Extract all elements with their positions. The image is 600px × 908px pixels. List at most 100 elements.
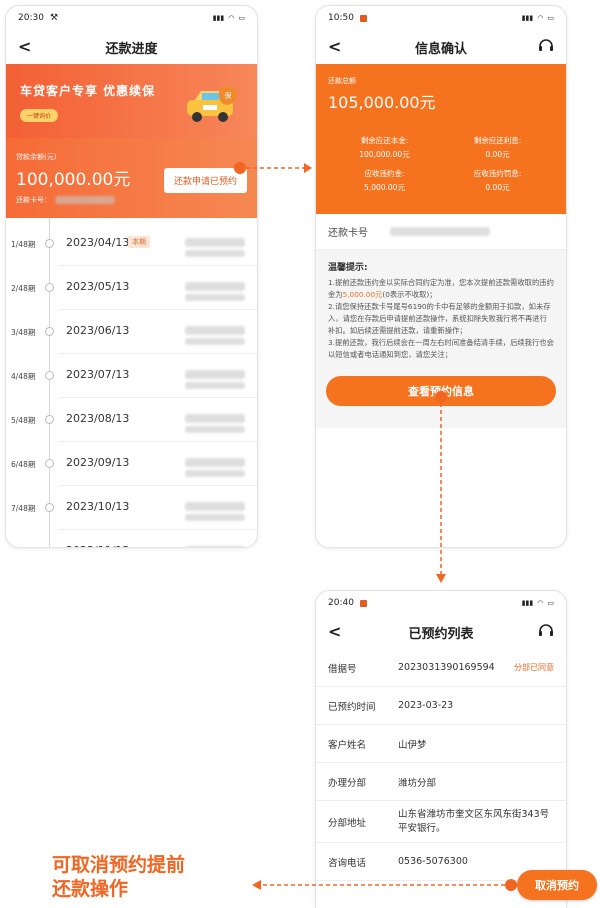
due-date: 2023/09/13 bbox=[66, 456, 130, 469]
status-badge: 分部已同意 bbox=[514, 663, 554, 672]
repayment-booked-button[interactable]: 还款申请已预约 bbox=[163, 168, 247, 193]
status-time: 20:30 bbox=[18, 13, 44, 23]
info-value: 山东省潍坊市奎文区东风东街343号平安银行。 bbox=[398, 808, 550, 834]
period-label: 6/48期 bbox=[11, 460, 36, 469]
amount-details: 剩余应还本金: 100,000.00元 剩余应还利息: 0.00元 应收违约金: 5,… bbox=[328, 135, 554, 193]
info-key: 客户姓名 bbox=[328, 739, 367, 751]
redacted-detail bbox=[185, 514, 245, 521]
redacted-detail bbox=[185, 470, 245, 477]
booking-list-screen: 20:40 ▮▮▮ ◠ ▭ < 已预约列表 借据号 2023031390169594… bbox=[315, 590, 567, 908]
total-label: 还款总额 bbox=[328, 77, 356, 85]
info-key: 分部地址 bbox=[328, 817, 367, 829]
app-notification-icon bbox=[359, 14, 367, 22]
redacted-amount bbox=[185, 326, 245, 335]
signal-icon: ▮▮▮ bbox=[212, 14, 225, 22]
repayment-schedule: 1/48期 2023/04/13 本期 2/48期 2023/05/13 3/48期 202… bbox=[6, 218, 257, 547]
schedule-row[interactable]: 4/48期 2023/07/13 bbox=[11, 354, 257, 398]
detail-label: 剩余应还本金: bbox=[360, 136, 409, 145]
info-row-branch-address: 分部地址 山东省潍坊市奎文区东风东街343号平安银行。 bbox=[316, 801, 566, 843]
info-row-customer-name: 客户姓名 山伊梦 bbox=[316, 725, 566, 763]
app-notification-icon bbox=[359, 599, 367, 607]
back-icon[interactable]: < bbox=[328, 622, 341, 641]
redacted-card-number bbox=[55, 196, 115, 204]
detail-value: 5,000.00元 bbox=[364, 183, 405, 192]
detail-penalty-interest: 应收违约罚息: 0.00元 bbox=[441, 168, 554, 193]
period-label: 7/48期 bbox=[11, 504, 36, 513]
caption-line: 可取消预约提前 bbox=[52, 854, 186, 876]
detail-value: 0.00元 bbox=[485, 150, 510, 159]
due-date: 2023/08/13 bbox=[66, 412, 130, 425]
car-icon: 保 bbox=[187, 86, 237, 122]
timeline-dot bbox=[45, 327, 54, 336]
info-confirm-screen: 10:50 ▮▮▮ ◠ ▭ < 信息确认 还款总额 105,000.00元 剩余应还… bbox=[315, 5, 567, 548]
schedule-row[interactable]: 5/48期 2023/08/13 bbox=[11, 398, 257, 442]
banner-quote-button[interactable]: 一键询价 bbox=[20, 109, 59, 122]
current-period-badge: 本期 bbox=[128, 236, 150, 248]
repayment-total-panel: 还款总额 105,000.00元 剩余应还本金: 100,000.00元 剩余应还… bbox=[316, 64, 566, 214]
customer-service-icon[interactable] bbox=[538, 623, 554, 639]
repayment-card-label: 还款卡号： bbox=[16, 196, 51, 204]
due-date: 2023/07/13 bbox=[66, 368, 130, 381]
insurance-banner[interactable]: 车贷客户专享 优惠续保 一键询价 保 bbox=[6, 64, 257, 138]
redacted-detail bbox=[185, 382, 245, 389]
info-value[interactable]: 0536-5076300 bbox=[398, 856, 554, 867]
view-booking-button[interactable]: 查看预约信息 bbox=[326, 376, 556, 406]
timeline-dot bbox=[45, 547, 54, 548]
wifi-icon: ◠ bbox=[537, 599, 544, 607]
wifi-icon: ◠ bbox=[537, 14, 544, 22]
wifi-icon: ◠ bbox=[228, 14, 235, 22]
schedule-row[interactable]: 3/48期 2023/06/13 bbox=[11, 310, 257, 354]
page-title: 已预约列表 bbox=[408, 626, 474, 642]
customer-service-icon[interactable] bbox=[538, 38, 554, 54]
timeline-dot bbox=[45, 459, 54, 468]
detail-label: 应收违约罚息: bbox=[473, 169, 522, 178]
caption-line: 还款操作 bbox=[52, 878, 129, 900]
info-key: 办理分部 bbox=[328, 777, 367, 789]
due-date: 2023/04/13 bbox=[66, 236, 130, 249]
timeline-dot bbox=[45, 415, 54, 424]
redacted-amount bbox=[185, 546, 245, 547]
period-label: 1/48期 bbox=[11, 240, 36, 249]
redacted-card-number bbox=[390, 227, 490, 236]
schedule-row[interactable]: 2/48期 2023/05/13 bbox=[11, 266, 257, 310]
cancel-booking-button[interactable]: 取消预约 bbox=[517, 870, 597, 900]
redacted-detail bbox=[185, 250, 245, 257]
loan-balance-label: 贷款余额(元) bbox=[16, 153, 57, 161]
detail-principal: 剩余应还本金: 100,000.00元 bbox=[328, 135, 441, 160]
settings-icon: ⚒ bbox=[49, 13, 59, 23]
due-date: 2023/11/13 bbox=[66, 544, 129, 547]
detail-value: 0.00元 bbox=[485, 183, 510, 192]
schedule-row[interactable]: 8/48期2023/11/13 bbox=[58, 530, 257, 547]
schedule-row[interactable]: 7/48期 2023/10/13 bbox=[11, 486, 257, 530]
svg-text:保: 保 bbox=[225, 91, 232, 100]
timeline-line bbox=[49, 218, 50, 547]
back-icon[interactable]: < bbox=[18, 37, 31, 56]
info-row-booking-time: 已预约时间 2023-03-23 bbox=[316, 687, 566, 725]
status-bar: 20:30 ⚒ ▮▮▮ ◠ ▭ bbox=[6, 6, 257, 30]
status-bar: 10:50 ▮▮▮ ◠ ▭ bbox=[316, 6, 566, 30]
repayment-card-row: 还款卡号 bbox=[316, 214, 566, 250]
tip-text: (0表示不收取)； bbox=[382, 290, 437, 299]
schedule-row[interactable]: 6/48期 2023/09/13 bbox=[11, 442, 257, 486]
info-key: 已预约时间 bbox=[328, 701, 376, 713]
status-time: 10:50 bbox=[328, 13, 354, 23]
page-title: 信息确认 bbox=[414, 41, 467, 57]
info-value: 2023-03-23 bbox=[398, 700, 454, 711]
timeline-dot bbox=[45, 503, 54, 512]
schedule-row[interactable]: 1/48期 2023/04/13 本期 bbox=[11, 222, 257, 266]
redacted-amount bbox=[185, 370, 245, 379]
detail-penalty: 应收违约金: 5,000.00元 bbox=[328, 168, 441, 193]
tip-3: 3.提前还款，我行后续会在一周左右时间准备结清手续，后续我行也会以短信或者电话通… bbox=[328, 338, 554, 359]
battery-icon: ▭ bbox=[238, 14, 245, 22]
info-row-branch: 办理分部 潍坊分部 bbox=[316, 763, 566, 801]
detail-value: 100,000.00元 bbox=[359, 150, 410, 159]
loan-summary: 贷款余额(元) 100,000.00元 还款卡号： 还款申请已预约 bbox=[6, 138, 257, 218]
info-value: 潍坊分部 bbox=[398, 777, 437, 789]
redacted-amount bbox=[185, 414, 245, 423]
signal-icon: ▮▮▮ bbox=[521, 599, 534, 607]
total-amount: 105,000.00元 bbox=[328, 93, 436, 112]
battery-icon: ▭ bbox=[547, 599, 554, 607]
timeline-dot bbox=[45, 283, 54, 292]
redacted-detail bbox=[185, 426, 245, 433]
back-icon[interactable]: < bbox=[328, 37, 341, 56]
